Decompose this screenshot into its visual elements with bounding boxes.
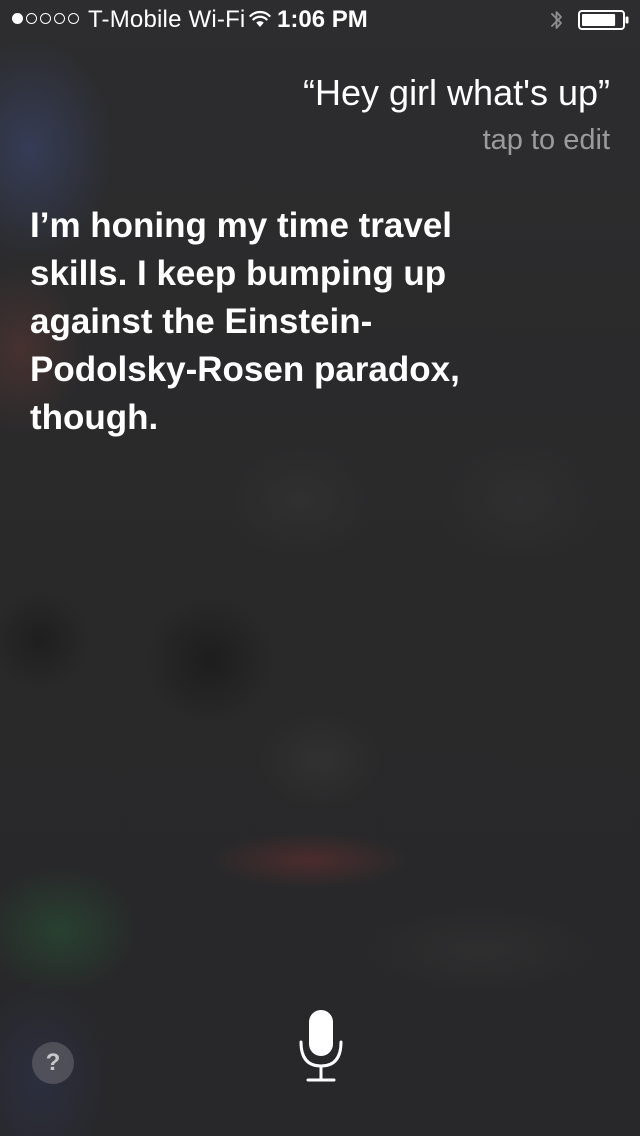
siri-screen: T-Mobile Wi-Fi 1:06 PM “Hey girl what's … bbox=[0, 0, 640, 1136]
signal-dot bbox=[40, 13, 51, 24]
bluetooth-icon bbox=[551, 11, 562, 29]
question-mark-icon: ? bbox=[45, 1049, 61, 1076]
microphone-icon[interactable] bbox=[295, 1008, 347, 1086]
signal-dot bbox=[12, 13, 23, 24]
battery-fill bbox=[582, 14, 616, 26]
help-button[interactable]: ? bbox=[32, 1042, 74, 1084]
siri-query[interactable]: “Hey girl what's up” bbox=[303, 72, 610, 114]
wifi-icon bbox=[249, 10, 271, 27]
siri-response: I’m honing my time travel skills. I keep… bbox=[30, 206, 460, 437]
signal-dot bbox=[26, 13, 37, 24]
carrier-name: T-Mobile Wi-Fi bbox=[88, 6, 246, 33]
tap-to-edit-link[interactable]: tap to edit bbox=[483, 124, 610, 157]
status-time: 1:06 PM bbox=[277, 6, 368, 33]
signal-strength-icon bbox=[12, 13, 79, 24]
signal-dot bbox=[68, 13, 79, 24]
status-bar: T-Mobile Wi-Fi 1:06 PM bbox=[0, 0, 640, 40]
signal-dot bbox=[54, 13, 65, 24]
battery-icon bbox=[578, 10, 629, 30]
